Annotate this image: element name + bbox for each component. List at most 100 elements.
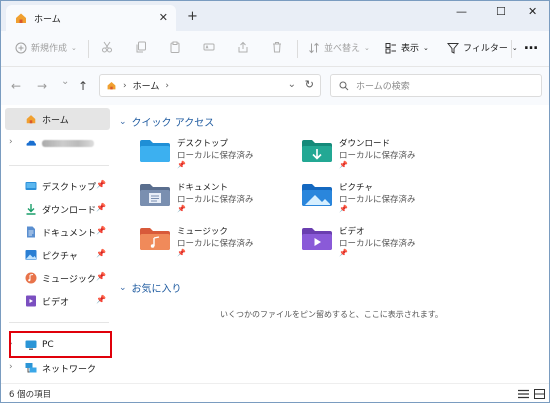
paste-button[interactable] bbox=[169, 41, 181, 53]
pin-icon[interactable]: 📌 bbox=[96, 203, 106, 212]
tab-label: ホーム bbox=[34, 14, 61, 25]
status-bar: 6 個の項目 bbox=[1, 383, 549, 402]
sort-label: 並べ替え bbox=[324, 44, 361, 54]
maximize-button[interactable]: ☐ bbox=[496, 6, 506, 17]
quick-access-item-music[interactable]: ミュージック ローカルに保存済み 📌 bbox=[140, 221, 290, 261]
breadcrumb-home[interactable]: ホーム bbox=[133, 79, 160, 92]
address-dropdown-icon[interactable]: ⌄ bbox=[288, 79, 296, 90]
view-icon bbox=[385, 42, 396, 53]
recent-locations-button[interactable]: ⌄ bbox=[61, 77, 69, 87]
trash-icon bbox=[273, 42, 281, 53]
breadcrumb-separator[interactable]: › bbox=[165, 81, 169, 91]
sidebar-item-music[interactable]: ミュージック 📌 bbox=[5, 267, 110, 289]
pin-icon[interactable]: 📌 bbox=[96, 249, 106, 258]
folder-status: ローカルに保存済み bbox=[177, 195, 254, 205]
explorer-window: ホーム ✕ + — ☐ ✕ 新規作成 ⌄ 並べ替え ⌄ 表示 ⌄ フィルター ⌄… bbox=[0, 0, 550, 403]
refresh-button[interactable]: ↻ bbox=[305, 78, 314, 91]
new-tab-button[interactable]: + bbox=[187, 10, 198, 23]
pin-icon[interactable]: 📌 bbox=[96, 180, 106, 189]
cut-button[interactable] bbox=[101, 41, 113, 53]
section-favorites[interactable]: ⌄ お気に入り bbox=[119, 280, 182, 296]
pin-icon[interactable]: 📌 bbox=[96, 295, 106, 304]
folder-status: ローカルに保存済み bbox=[177, 151, 254, 161]
sidebar-item-label: ダウンロード bbox=[42, 205, 97, 216]
sidebar-item-documents[interactable]: ドキュメント 📌 bbox=[5, 221, 110, 243]
folder-status: ローカルに保存済み bbox=[339, 151, 416, 161]
favorites-empty-message: いくつかのファイルをピン留めすると、ここに表示されます。 bbox=[220, 310, 443, 319]
pin-icon[interactable]: 📌 bbox=[96, 226, 106, 235]
quick-access-item-documents[interactable]: ドキュメント ローカルに保存済み 📌 bbox=[140, 177, 290, 217]
share-button[interactable] bbox=[237, 41, 249, 53]
folder-status: ローカルに保存済み bbox=[339, 239, 416, 249]
details-view-icon[interactable] bbox=[518, 389, 529, 399]
view-button[interactable]: 表示 ⌄ bbox=[385, 41, 429, 54]
address-row: ← → ⌄ ↑ › ホーム › ⌄ ↻ ホームの検索 bbox=[1, 67, 549, 105]
pin-icon: 📌 bbox=[339, 205, 348, 213]
filter-button[interactable]: フィルター ⌄ bbox=[447, 41, 518, 54]
sidebar-item-videos[interactable]: ビデオ 📌 bbox=[5, 290, 110, 312]
network-icon bbox=[25, 363, 37, 373]
pin-icon: 📌 bbox=[177, 161, 186, 169]
sidebar-item-label: ミュージック bbox=[42, 274, 96, 285]
close-button[interactable]: ✕ bbox=[528, 6, 537, 17]
sidebar-item-home[interactable]: ホーム bbox=[5, 108, 110, 130]
download-icon bbox=[26, 204, 36, 215]
chevron-down-icon: ⌄ bbox=[511, 43, 518, 52]
sidebar-item-label: ホーム bbox=[42, 115, 69, 126]
expand-chevron-icon[interactable]: › bbox=[9, 362, 13, 372]
quick-access-item-pictures[interactable]: ピクチャ ローカルに保存済み 📌 bbox=[302, 177, 452, 217]
more-options-button[interactable]: … bbox=[524, 37, 538, 53]
sidebar-item-onedrive[interactable]: › bbox=[5, 132, 110, 154]
tiles-view-icon[interactable] bbox=[534, 389, 545, 399]
breadcrumb-separator[interactable]: › bbox=[123, 81, 127, 91]
new-button[interactable]: 新規作成 ⌄ bbox=[15, 41, 77, 54]
sort-button[interactable]: 並べ替え ⌄ bbox=[308, 41, 370, 54]
desktop-folder-icon bbox=[140, 140, 170, 162]
blurred-account-name bbox=[42, 139, 94, 147]
collapse-chevron-icon[interactable]: ⌄ bbox=[119, 117, 127, 127]
quick-access-item-downloads[interactable]: ダウンロード ローカルに保存済み 📌 bbox=[302, 133, 452, 173]
paste-icon bbox=[170, 41, 180, 53]
search-input[interactable]: ホームの検索 bbox=[330, 74, 542, 97]
music-folder-icon bbox=[140, 228, 170, 250]
chevron-down-icon: ⌄ bbox=[423, 43, 429, 52]
expand-chevron-icon[interactable]: › bbox=[9, 137, 13, 147]
back-button[interactable]: ← bbox=[11, 80, 21, 92]
pin-icon[interactable]: 📌 bbox=[96, 272, 106, 281]
music-icon bbox=[25, 272, 37, 284]
forward-button[interactable]: → bbox=[37, 80, 47, 92]
folder-name: ピクチャ bbox=[339, 183, 373, 193]
rename-button[interactable] bbox=[203, 41, 215, 53]
document-icon bbox=[27, 226, 35, 238]
folder-name: ダウンロード bbox=[339, 139, 391, 149]
pictures-icon bbox=[25, 250, 37, 260]
address-bar[interactable]: › ホーム › ⌄ ↻ bbox=[99, 74, 321, 97]
delete-button[interactable] bbox=[271, 41, 283, 53]
folder-name: ドキュメント bbox=[177, 183, 229, 193]
minimize-button[interactable]: — bbox=[456, 6, 467, 17]
sidebar-item-downloads[interactable]: ダウンロード 📌 bbox=[5, 198, 110, 220]
collapse-chevron-icon[interactable]: ⌄ bbox=[119, 283, 127, 293]
section-quick-access[interactable]: ⌄ クイック アクセス bbox=[119, 114, 215, 130]
videos-folder-icon bbox=[302, 228, 332, 250]
content-pane: ⌄ クイック アクセス デスクトップ ローカルに保存済み 📌 ダウンロード ロー… bbox=[114, 105, 549, 383]
sidebar-item-network[interactable]: › ネットワーク bbox=[5, 357, 110, 379]
sidebar-item-desktop[interactable]: デスクトップ 📌 bbox=[5, 175, 110, 197]
cloud-icon bbox=[26, 140, 36, 146]
copy-icon bbox=[136, 41, 146, 53]
sidebar-item-pictures[interactable]: ピクチャ 📌 bbox=[5, 244, 110, 266]
quick-access-item-desktop[interactable]: デスクトップ ローカルに保存済み 📌 bbox=[140, 133, 290, 173]
pin-icon: 📌 bbox=[339, 249, 348, 257]
folder-status: ローカルに保存済み bbox=[339, 195, 416, 205]
tab-close-icon[interactable]: ✕ bbox=[159, 12, 168, 23]
pictures-folder-icon bbox=[302, 184, 332, 206]
tab-home[interactable]: ホーム ✕ bbox=[6, 5, 176, 31]
sidebar-item-label: ドキュメント bbox=[42, 228, 97, 239]
section-title: クイック アクセス bbox=[131, 118, 215, 129]
folder-name: ミュージック bbox=[177, 227, 228, 237]
divider bbox=[9, 322, 109, 323]
navigation-pane: ホーム › デスクトップ 📌 ダウンロード 📌 ドキュメント 📌 ピクチャ 📌 bbox=[1, 105, 114, 383]
copy-button[interactable] bbox=[135, 41, 147, 53]
up-button[interactable]: ↑ bbox=[78, 80, 88, 92]
quick-access-item-videos[interactable]: ビデオ ローカルに保存済み 📌 bbox=[302, 221, 452, 261]
